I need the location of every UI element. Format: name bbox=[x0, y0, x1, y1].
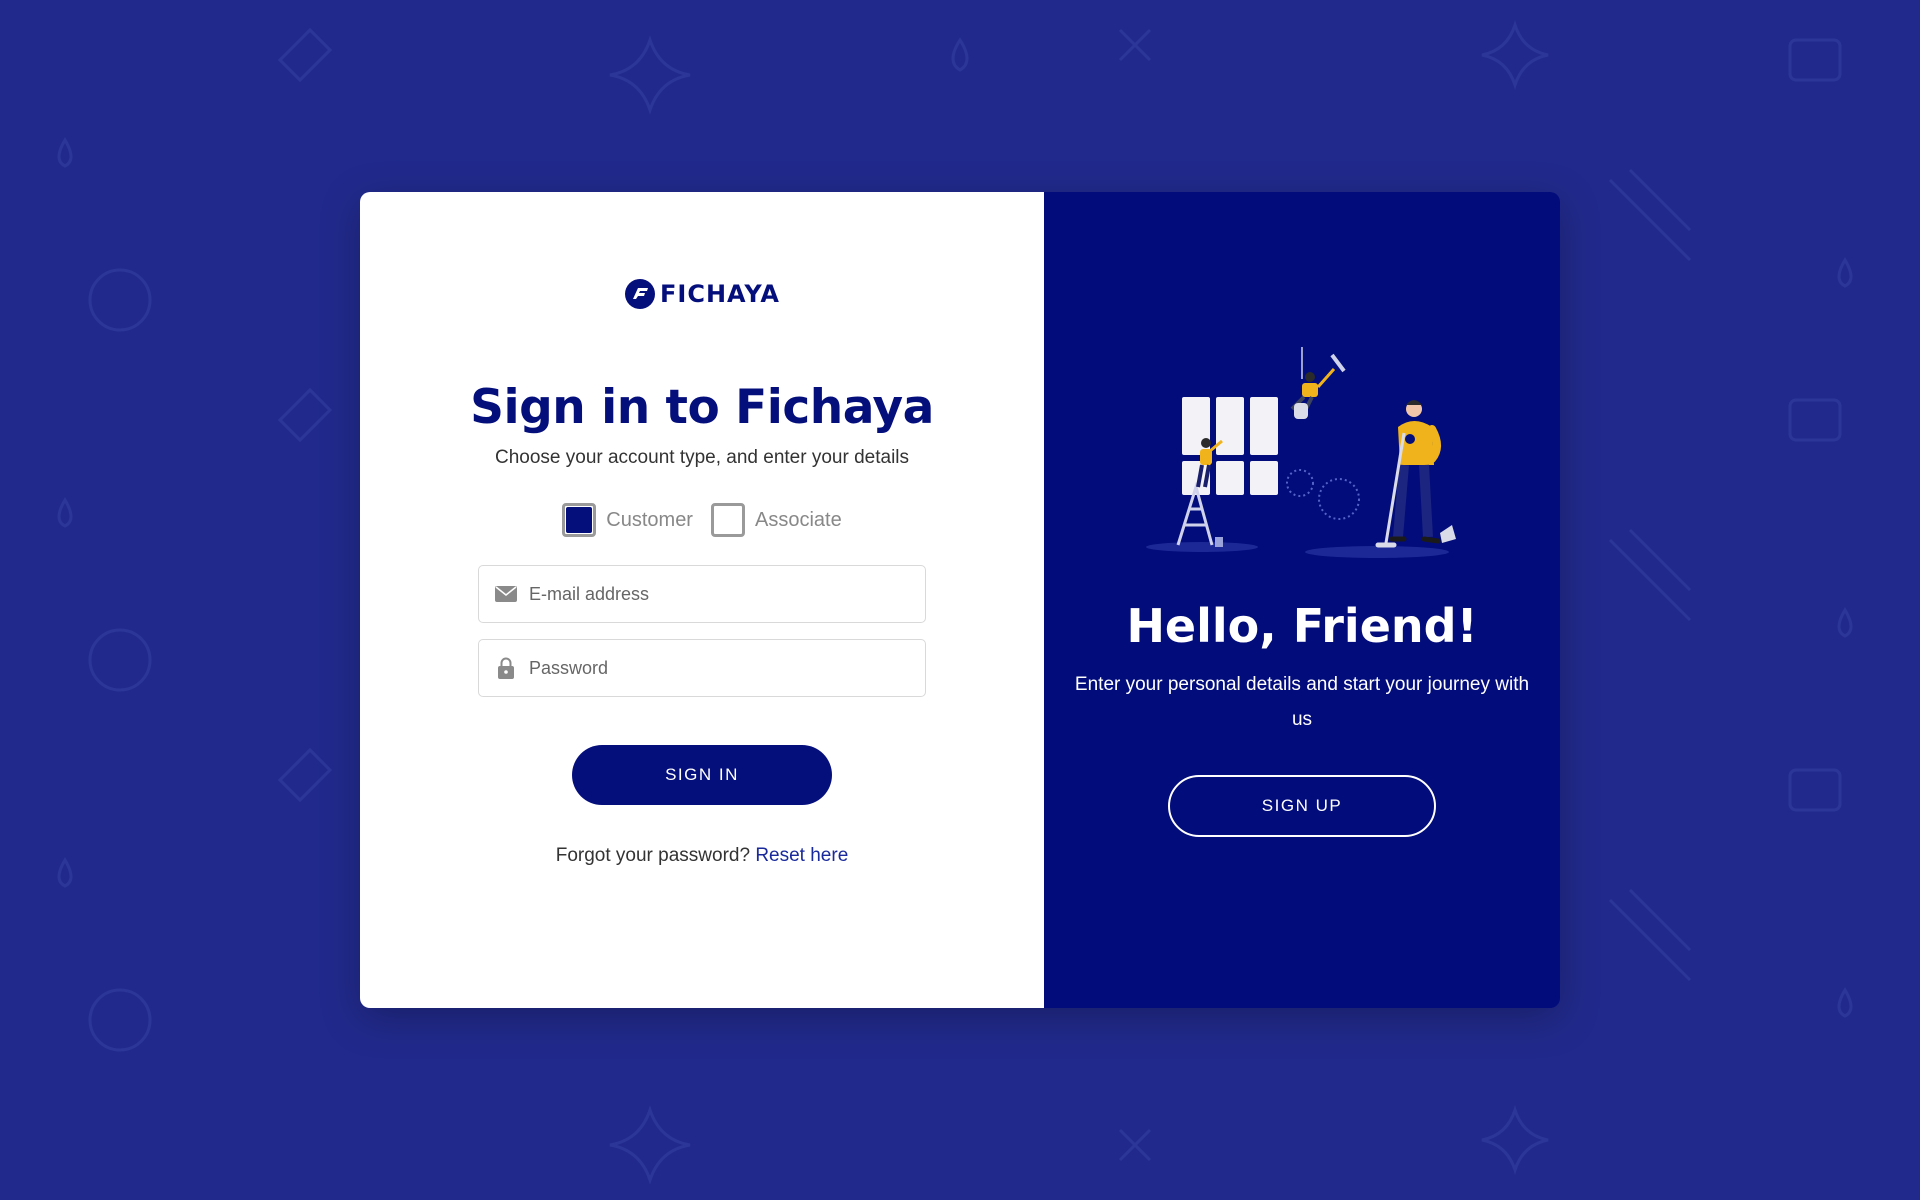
sign-in-button[interactable]: SIGN IN bbox=[572, 745, 832, 805]
customer-label: Customer bbox=[606, 508, 693, 531]
associate-checkbox[interactable] bbox=[710, 503, 745, 537]
signup-description: Enter your personal details and start yo… bbox=[1074, 674, 1530, 730]
cleaning-team-illustration bbox=[1146, 347, 1456, 558]
forgot-password: Forgot your password? Reset here bbox=[556, 845, 849, 867]
customer-checkbox[interactable] bbox=[562, 503, 597, 537]
account-type-selector: Customer Associate bbox=[562, 503, 842, 537]
page-subtitle: Choose your account type, and enter your… bbox=[494, 447, 910, 468]
brand-name: FICHAYA bbox=[660, 280, 780, 308]
lock-icon bbox=[495, 657, 517, 679]
account-type-associate[interactable]: Associate bbox=[710, 503, 842, 537]
signin-panel: FICHAYA Sign in to Fichaya Choose your a… bbox=[360, 192, 1044, 1008]
brand-logo: FICHAYA bbox=[624, 278, 780, 310]
signup-heading: Hello, Friend! bbox=[1126, 599, 1478, 653]
account-type-customer[interactable]: Customer bbox=[562, 503, 693, 537]
mail-icon bbox=[495, 583, 517, 605]
auth-card: FICHAYA Sign in to Fichaya Choose your a… bbox=[360, 192, 1560, 1008]
page-title: Sign in to Fichaya bbox=[470, 380, 934, 435]
sign-up-button[interactable]: SIGN UP bbox=[1168, 775, 1436, 837]
reset-password-link[interactable]: Reset here bbox=[755, 845, 848, 866]
password-field bbox=[478, 639, 926, 697]
password-input[interactable] bbox=[527, 656, 911, 680]
signup-panel: Hello, Friend! Enter your personal detai… bbox=[1044, 192, 1560, 1008]
email-input[interactable] bbox=[527, 582, 911, 606]
email-field bbox=[478, 565, 926, 623]
forgot-password-text: Forgot your password? bbox=[555, 845, 751, 866]
fichaya-logo-icon bbox=[625, 279, 656, 309]
associate-label: Associate bbox=[754, 508, 842, 531]
